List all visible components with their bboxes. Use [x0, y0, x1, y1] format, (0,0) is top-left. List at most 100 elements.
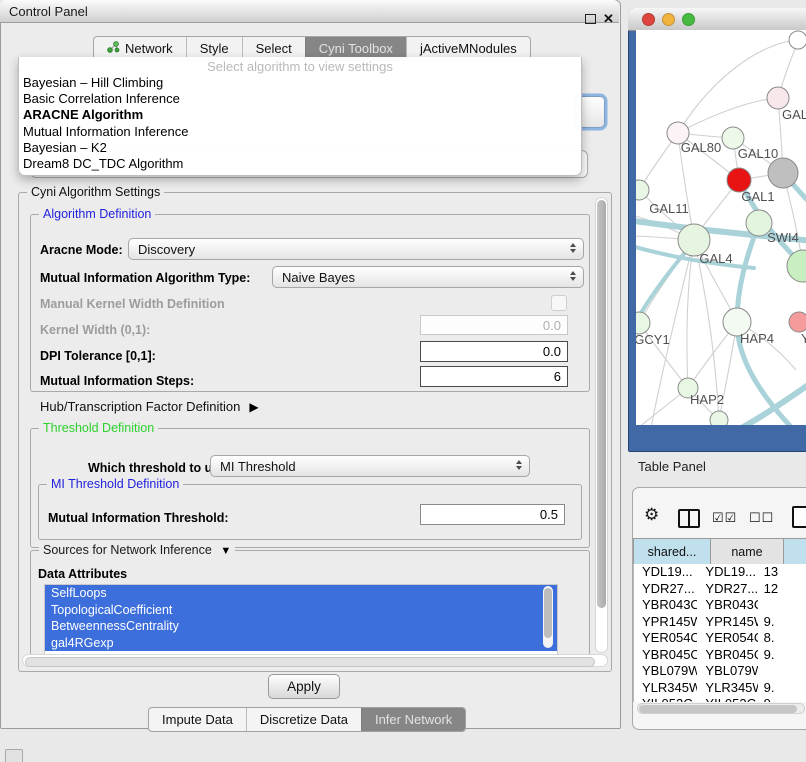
table-cell: YER054C — [634, 630, 697, 647]
network-canvas[interactable]: GALGAL80GAL10GAL1GAL11SWI4GAL4HAP4YGCY1H… — [636, 30, 806, 425]
which-threshold-combobox[interactable]: MI Threshold — [210, 455, 530, 477]
algorithm-prompt: Select algorithm to view settings — [19, 58, 581, 75]
mi-steps-input[interactable]: 6 — [420, 366, 568, 387]
attribute-item[interactable]: BetweennessCentrality — [45, 618, 557, 635]
kernel-width-input[interactable]: 0.0 — [420, 315, 568, 335]
screen: Control Panel ✕ NetworkStyleSelectCyni T… — [0, 0, 806, 762]
hub-definition-expander[interactable]: Hub/Transcription Factor Definition ▶ — [40, 399, 259, 414]
table-row[interactable]: YBR045CYBR045C9. — [634, 647, 806, 664]
algorithm-option[interactable]: Mutual Information Inference — [19, 124, 581, 140]
attribute-item[interactable]: gal4RGexp — [45, 635, 557, 652]
network-node-label: GAL80 — [681, 140, 721, 155]
table-cell: YLR345W — [697, 680, 757, 697]
close-panel-icon[interactable]: ✕ — [603, 11, 614, 27]
deselect-all-checkboxes-icon[interactable]: ☐☐ — [749, 510, 774, 526]
table-row[interactable]: YIL052CYIL052C9 — [634, 696, 806, 702]
column-header-2[interactable]: name — [711, 539, 784, 564]
network-node-gal11[interactable] — [636, 180, 649, 200]
column-header-3[interactable]: A — [784, 539, 806, 564]
algorithm-option[interactable]: Bayesian – K2 — [19, 140, 581, 156]
network-node-label: Y — [801, 331, 806, 346]
network-node-gcy1[interactable] — [636, 312, 650, 334]
table-row[interactable]: YDR27...YDR27...12 — [634, 581, 806, 598]
mi-type-label: Mutual Information Algorithm Type: — [40, 271, 250, 285]
table-row[interactable]: YLR345WYLR345W9. — [634, 680, 806, 697]
expand-right-icon[interactable]: ▶ — [249, 400, 258, 414]
network-edge[interactable] — [687, 240, 694, 388]
mi-type-combobox[interactable]: Naive Bayes — [272, 266, 584, 288]
table-row[interactable]: YPR145WYPR145W9. — [634, 614, 806, 631]
settings-vertical-scrollbar-thumb[interactable] — [597, 200, 606, 608]
network-edge-highlighted[interactable] — [737, 223, 759, 322]
threshold-definition-title: Threshold Definition — [39, 421, 158, 435]
algorithm-option[interactable]: Bayesian – Hill Climbing — [19, 75, 581, 91]
data-attributes-list[interactable]: SelfLoopsTopologicalCoefficientBetweenne… — [44, 584, 558, 656]
table-cell: 8. — [758, 630, 806, 647]
table-row[interactable]: YER054CYER054C8. — [634, 630, 806, 647]
mac-close-button[interactable] — [642, 13, 655, 26]
attribute-item[interactable]: TopologicalCoefficient — [45, 602, 557, 619]
which-threshold-label: Which threshold to use: — [88, 461, 230, 475]
network-node[interactable] — [768, 158, 798, 188]
table-cell: YPR145W — [697, 614, 757, 631]
column-header-1[interactable]: shared... — [634, 539, 711, 564]
manual-kernel-label: Manual Kernel Width Definition — [40, 297, 225, 311]
table-row[interactable]: YDL19...YDL19...13 — [634, 564, 806, 581]
network-node-y[interactable] — [789, 312, 806, 332]
control-panel-title: Control Panel — [0, 4, 88, 19]
attributes-scrollbar-thumb[interactable] — [544, 588, 552, 638]
table-header-row: shared...nameA — [633, 538, 806, 565]
mi-threshold-input[interactable]: 0.5 — [420, 504, 565, 525]
manual-kernel-checkbox[interactable] — [551, 295, 567, 311]
attribute-item[interactable]: SelfLoops — [45, 585, 557, 602]
table-row[interactable]: YBR043CYBR043C — [634, 597, 806, 614]
algorithm-option[interactable]: Basic Correlation Inference — [19, 91, 581, 107]
control-panel-titlebar[interactable]: Control Panel — [0, 0, 619, 23]
gear-icon[interactable]: ⚙ — [644, 505, 659, 525]
apply-button[interactable]: Apply — [268, 674, 340, 699]
mac-zoom-button[interactable] — [682, 13, 695, 26]
network-node[interactable] — [710, 411, 728, 425]
table-cell: YBR045C — [697, 647, 757, 664]
table-cell — [758, 597, 806, 614]
table-cell: 13 — [758, 564, 806, 581]
tab-label: Impute Data — [162, 709, 233, 731]
kernel-width-label: Kernel Width (0,1): — [40, 323, 150, 337]
table-cell: YPR145W — [634, 614, 697, 631]
table-cell: 9. — [758, 614, 806, 631]
network-node[interactable] — [789, 31, 806, 49]
float-window-icon[interactable] — [585, 14, 596, 24]
network-node-label: GAL1 — [741, 189, 774, 204]
sources-title[interactable]: Sources for Network Inference ▼ — [39, 543, 235, 557]
settings-horizontal-scrollbar-thumb[interactable] — [25, 657, 595, 667]
select-all-checkboxes-icon[interactable]: ☑☑ — [712, 510, 737, 526]
table-cell: YBR043C — [697, 597, 757, 614]
table-horizontal-scrollbar-thumb[interactable] — [639, 705, 797, 713]
tab-discretize-data[interactable]: Discretize Data — [246, 708, 361, 731]
aracne-mode-label: Aracne Mode: — [40, 243, 123, 257]
algorithm-option[interactable]: Dream8 DC_TDC Algorithm — [19, 156, 581, 172]
aracne-mode-combobox[interactable]: Discovery — [128, 238, 584, 260]
columns-icon[interactable] — [678, 509, 700, 528]
network-node-gal[interactable] — [767, 87, 789, 109]
mac-minimize-button[interactable] — [662, 13, 675, 26]
network-graph[interactable]: GALGAL80GAL10GAL1GAL11SWI4GAL4HAP4YGCY1H… — [636, 30, 806, 425]
tab-impute-data[interactable]: Impute Data — [149, 708, 246, 731]
mi-type-value: Naive Bayes — [282, 270, 355, 285]
network-node-label: GAL — [782, 107, 806, 122]
tab-infer-network[interactable]: Infer Network — [361, 708, 465, 731]
dpi-tolerance-input[interactable]: 0.0 — [420, 341, 568, 362]
collapse-down-icon[interactable]: ▼ — [220, 545, 231, 557]
table-cell: YBL079W — [634, 663, 697, 680]
apply-button-label: Apply — [287, 679, 321, 694]
minimized-panel-icon[interactable] — [5, 749, 23, 762]
document-icon[interactable] — [792, 506, 806, 528]
table-row[interactable]: YBL079WYBL079W — [634, 663, 806, 680]
table-cell: 9. — [758, 680, 806, 697]
algorithm-option[interactable]: ARACNE Algorithm — [19, 107, 581, 123]
table-cell — [758, 663, 806, 680]
algorithm-definition-title: Algorithm Definition — [39, 207, 155, 221]
algorithm-list: Bayesian – Hill ClimbingBasic Correlatio… — [19, 75, 581, 172]
network-node-label: GCY1 — [636, 332, 670, 347]
cyni-mode-tab-bar: Impute Data Discretize DataInfer Network — [148, 707, 466, 732]
